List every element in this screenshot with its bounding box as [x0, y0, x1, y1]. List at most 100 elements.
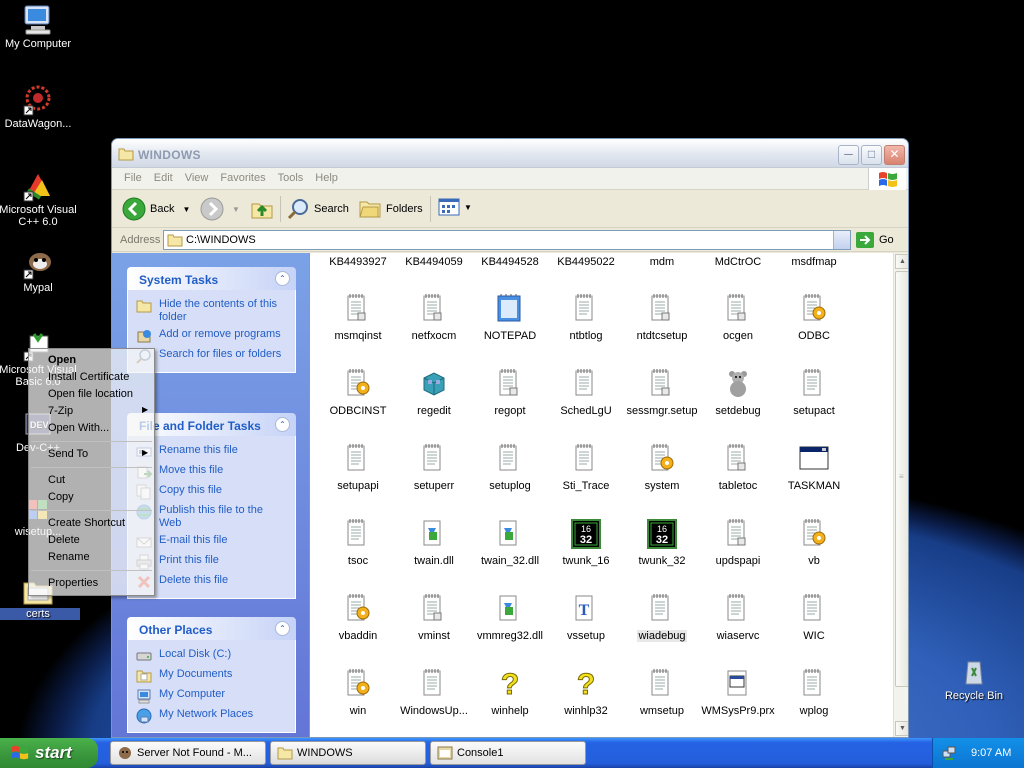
file-item[interactable]: vb [776, 518, 852, 567]
clock[interactable]: 9:07 AM [971, 747, 1011, 759]
maximize-button[interactable]: □ [861, 145, 882, 165]
title-bar[interactable]: WINDOWS ─ □ ✕ [112, 139, 908, 168]
chevron-down-icon[interactable]: ▼ [182, 205, 190, 214]
file-item[interactable]: msmqinst [320, 293, 396, 342]
menu-item-7zip[interactable]: 7-Zip [48, 405, 73, 417]
menu-item-delete[interactable]: Delete [48, 534, 80, 546]
file-item[interactable]: netfxocm [396, 293, 472, 342]
file-item[interactable]: tsoc [320, 518, 396, 567]
task-server-not-found[interactable]: Server Not Found - M... [110, 741, 266, 765]
file-label-partial[interactable]: KB4495022 [548, 256, 624, 268]
file-item[interactable]: ntbtlog [548, 293, 624, 342]
vertical-scrollbar[interactable]: ▲ ≡ ▼ [893, 253, 908, 737]
menu-edit[interactable]: Edit [148, 168, 179, 188]
close-button[interactable]: ✕ [884, 145, 905, 165]
back-button[interactable]: Back ▼ [122, 197, 190, 221]
place-my-documents[interactable]: My Documents [128, 666, 295, 686]
file-item[interactable]: ? winhlp32 [548, 668, 624, 717]
desktop-icon-datawagon[interactable]: DataWagon... [0, 84, 80, 130]
search-button[interactable]: Search [286, 197, 349, 221]
file-item[interactable]: ODBCINST [320, 368, 396, 417]
file-item[interactable]: setupapi [320, 443, 396, 492]
place-my-network[interactable]: My Network Places [128, 706, 295, 726]
start-button[interactable]: start [0, 738, 98, 768]
place-my-computer[interactable]: My Computer [128, 686, 295, 706]
scroll-up-button[interactable]: ▲ [895, 254, 908, 269]
file-item[interactable]: updspapi [700, 518, 776, 567]
menu-file[interactable]: File [118, 168, 148, 188]
desktop-icon-my-computer[interactable]: My Computer [0, 4, 80, 50]
file-item[interactable]: Tvssetup [548, 593, 624, 642]
go-button[interactable]: Go [855, 231, 894, 249]
task-hide-contents[interactable]: Hide the contents of this folder [128, 296, 295, 326]
file-item[interactable]: ODBC [776, 293, 852, 342]
place-local-disk[interactable]: Local Disk (C:) [128, 646, 295, 666]
task-windows-folder[interactable]: WINDOWS [270, 741, 426, 765]
file-item[interactable]: ntdtcsetup [624, 293, 700, 342]
file-item[interactable]: vmmreg32.dll [472, 593, 548, 642]
collapse-icon[interactable]: ⌃ [275, 621, 290, 636]
menu-item-copy[interactable]: Copy [48, 491, 74, 503]
file-item[interactable]: wiaservc [700, 593, 776, 642]
other-places-header[interactable]: Other Places ⌃ [127, 617, 296, 640]
file-item[interactable]: WIC [776, 593, 852, 642]
file-label-partial[interactable]: mdm [624, 256, 700, 268]
menu-help[interactable]: Help [309, 168, 344, 188]
file-item[interactable]: vbaddin [320, 593, 396, 642]
network-tray-icon[interactable] [941, 745, 957, 761]
menu-item-open[interactable]: Open [48, 354, 76, 366]
scroll-thumb[interactable]: ≡ [895, 271, 908, 687]
file-item[interactable]: TASKMAN [776, 443, 852, 492]
file-item[interactable]: WMSysPr9.prx [700, 668, 776, 717]
minimize-button[interactable]: ─ [838, 145, 859, 165]
menu-tools[interactable]: Tools [272, 168, 310, 188]
desktop-icon-mypal[interactable]: Mypal [0, 248, 80, 294]
menu-item-cut[interactable]: Cut [48, 474, 65, 486]
file-item[interactable]: 16 32 twunk_16 [548, 518, 624, 567]
file-item[interactable]: wiadebug [624, 593, 700, 642]
file-item[interactable]: ? winhelp [472, 668, 548, 717]
file-label-partial[interactable]: msdfmap [776, 256, 852, 268]
file-item[interactable]: wmsetup [624, 668, 700, 717]
menu-item-properties[interactable]: Properties [48, 577, 98, 589]
file-item[interactable]: setuplog [472, 443, 548, 492]
desktop-icon-recycle-bin[interactable]: Recycle Bin [932, 656, 1016, 702]
file-label-partial[interactable]: MdCtrOC [700, 256, 776, 268]
menu-item-send-to[interactable]: Send To [48, 448, 88, 460]
file-item[interactable]: regedit [396, 368, 472, 417]
system-tasks-header[interactable]: System Tasks ⌃ [127, 267, 296, 290]
file-item[interactable]: regopt [472, 368, 548, 417]
file-item[interactable]: 16 32 twunk_32 [624, 518, 700, 567]
file-label-partial[interactable]: KB4493927 [320, 256, 396, 268]
menu-item-rename[interactable]: Rename [48, 551, 90, 563]
file-item[interactable]: tabletoc [700, 443, 776, 492]
file-item[interactable]: vminst [396, 593, 472, 642]
task-add-remove-programs[interactable]: Add or remove programs [128, 326, 295, 346]
file-item[interactable]: twain_32.dll [472, 518, 548, 567]
file-label-partial[interactable]: KB4494059 [396, 256, 472, 268]
collapse-icon[interactable]: ⌃ [275, 417, 290, 432]
folders-button[interactable]: Folders [358, 197, 423, 221]
menu-favorites[interactable]: Favorites [214, 168, 271, 188]
file-item[interactable]: NOTEPAD [472, 293, 548, 342]
file-item[interactable]: setupact [776, 368, 852, 417]
menu-view[interactable]: View [179, 168, 215, 188]
file-item[interactable]: win [320, 668, 396, 717]
forward-button[interactable]: ▼ [200, 197, 240, 221]
menu-item-create-shortcut[interactable]: Create Shortcut [48, 517, 125, 529]
file-item[interactable]: twain.dll [396, 518, 472, 567]
file-item[interactable]: ocgen [700, 293, 776, 342]
address-dropdown-button[interactable]: ▼ [833, 231, 864, 249]
chevron-down-icon[interactable]: ▼ [464, 203, 472, 212]
desktop-icon-visual-cpp[interactable]: Microsoft Visual C++ 6.0 [0, 170, 80, 228]
menu-item-install-certificate[interactable]: Install Certificate [48, 371, 129, 383]
menu-item-open-with[interactable]: Open With... [48, 422, 109, 434]
file-item[interactable]: Sti_Trace [548, 443, 624, 492]
up-folder-button[interactable] [250, 197, 278, 221]
file-label-partial[interactable]: KB4494528 [472, 256, 548, 268]
views-button[interactable]: ▼ [438, 197, 472, 217]
file-item[interactable]: sessmgr.setup [624, 368, 700, 417]
file-item[interactable]: WindowsUp... [396, 668, 472, 717]
file-item[interactable]: system [624, 443, 700, 492]
scroll-down-button[interactable]: ▼ [895, 721, 908, 736]
